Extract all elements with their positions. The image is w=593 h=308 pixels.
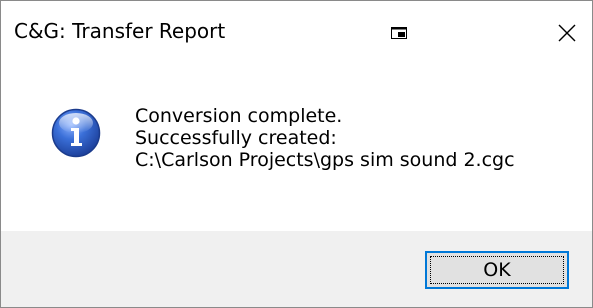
window-title: C&G: Transfer Report: [14, 19, 226, 43]
transfer-report-dialog: C&G: Transfer Report Conversion complete…: [0, 0, 593, 308]
message-file-path: C:\Carlson Projects\gps sim sound 2.cgc: [135, 149, 515, 171]
title-bar: C&G: Transfer Report: [1, 1, 592, 63]
message-line: Conversion complete.: [135, 105, 343, 127]
ok-button-label: OK: [483, 259, 511, 281]
close-button[interactable]: [549, 15, 585, 51]
window-restore-icon: [391, 27, 407, 39]
message-text: Conversion complete. Successfully create…: [135, 105, 515, 171]
button-bar: OK: [1, 231, 592, 307]
message-line: Successfully created:: [135, 127, 337, 149]
close-icon: [558, 24, 576, 42]
ok-button[interactable]: OK: [425, 251, 569, 289]
info-icon: [51, 108, 101, 158]
message-area: Conversion complete. Successfully create…: [1, 63, 592, 231]
